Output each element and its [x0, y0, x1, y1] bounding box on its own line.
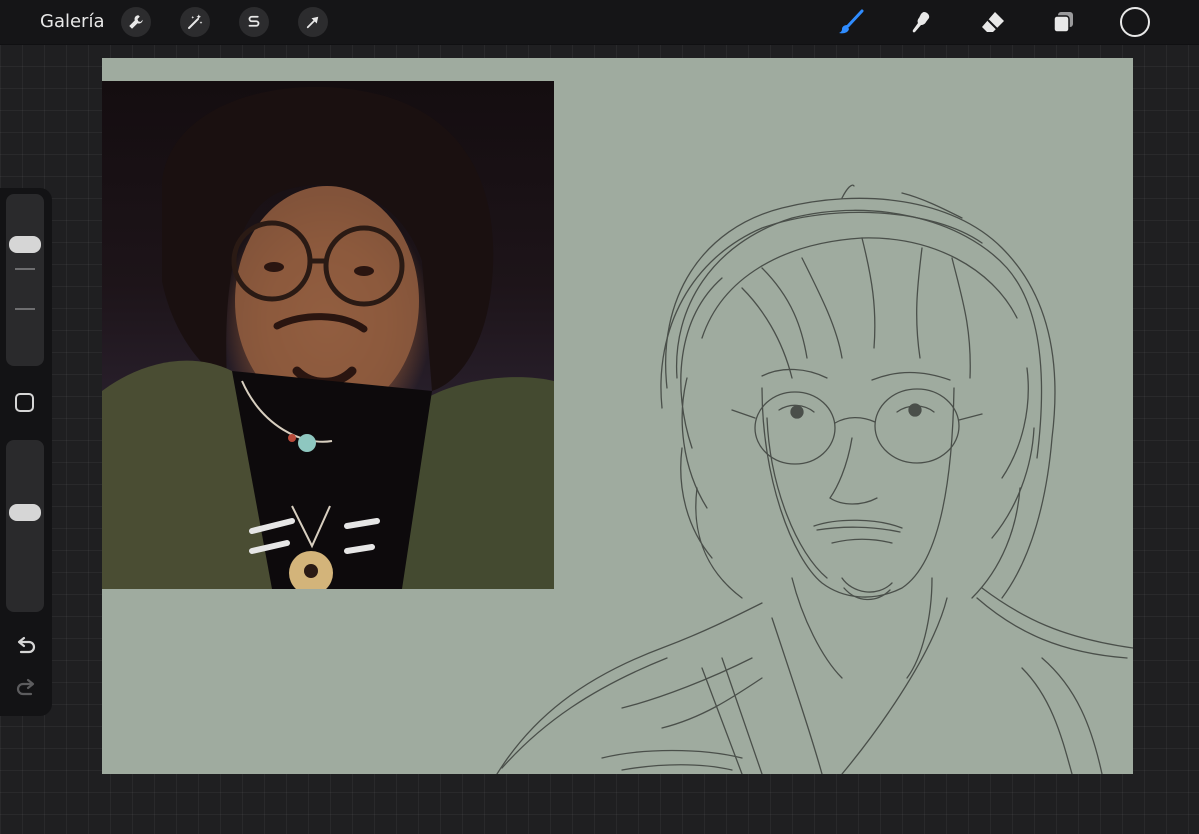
slider-tick: [15, 308, 35, 310]
left-sidebar: [0, 188, 52, 716]
wrench-icon[interactable]: [121, 7, 151, 37]
gallery-button[interactable]: Galería: [40, 11, 105, 32]
brush-size-slider[interactable]: [6, 194, 44, 366]
slider-tick: [15, 268, 35, 270]
color-picker-button[interactable]: [1120, 7, 1150, 37]
smudge-icon[interactable]: [905, 6, 937, 38]
redo-icon[interactable]: [13, 676, 39, 702]
opacity-thumb[interactable]: [9, 504, 41, 522]
layers-icon[interactable]: [1048, 6, 1080, 38]
top-toolbar: Galería: [0, 0, 1199, 45]
undo-icon[interactable]: [13, 634, 39, 660]
magic-wand-icon[interactable]: [180, 7, 210, 37]
brush-icon[interactable]: [835, 6, 867, 38]
selection-s-icon[interactable]: [239, 7, 269, 37]
eraser-icon[interactable]: [977, 6, 1009, 38]
opacity-slider[interactable]: [6, 440, 44, 612]
arrow-cursor-icon[interactable]: [298, 7, 328, 37]
brush-size-thumb[interactable]: [9, 236, 41, 254]
pencil-sketch: [496, 184, 1133, 774]
modify-button[interactable]: [15, 393, 34, 412]
drawing-canvas[interactable]: [102, 58, 1133, 774]
